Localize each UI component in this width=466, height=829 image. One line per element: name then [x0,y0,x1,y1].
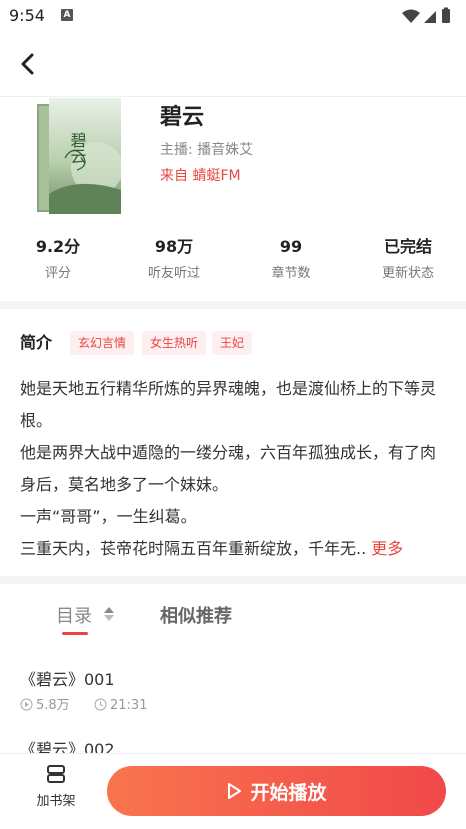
stat-label: 更新状态 [381,266,434,281]
signal-icon [424,11,436,23]
shelf-label: 加书架 [36,794,76,809]
chapter-meta: 5.8万 21:31 [20,698,446,714]
host-name: 主播: 播音姝艾 [160,142,254,158]
notification-icon: A [61,9,73,21]
stat-value: 已完结 [383,237,432,256]
duration: 21:31 [94,698,147,714]
bookshelf-icon [47,765,65,783]
more-link[interactable]: 更多 [371,539,403,558]
duration-value: 21:31 [110,698,148,713]
tab-similar[interactable]: 相似推荐 [160,602,232,628]
top-bar [0,32,466,97]
play-count-value: 5.8万 [36,698,70,713]
play-icon [228,783,242,799]
stat-value: 9.2分 [35,237,81,256]
system-status-icons [402,7,450,23]
stat-label: 评分 [44,266,71,281]
stat-listeners: 98万 听友听过 [116,236,232,281]
tag-popular[interactable]: 女生热听 [142,331,207,355]
tag-princess[interactable]: 王妃 [212,331,253,355]
play-label: 开始播放 [250,781,327,804]
intro-line: 一声“哥哥”，一生纠葛。 [20,507,197,526]
cover-title: 碧云 [68,132,87,164]
stat-value: 98万 [154,237,194,256]
bottom-bar: 加书架 开始播放 [0,753,466,829]
intro-text: 她是天地五行精华所炼的异界魂魄，也是渡仙桥上的下等灵根。 他是两界大战中遁隐的一… [20,373,446,565]
status-time: 9:54 [9,6,45,25]
tab-bar: 目录 相似推荐 [0,596,466,640]
tab-active-indicator [62,632,88,635]
stat-label: 章节数 [271,266,311,281]
clock-icon [94,698,107,711]
stat-label: 听友听过 [147,266,200,281]
intro-last-line: 三重天内，苌帝花时隔五百年重新绽放，千年无.. 更多 [20,533,446,565]
intro-line: 他是两界大战中遁隐的一缕分魂，六百年孤独成长，有了肉身后，莫名地多了一个妹妹。 [20,443,437,494]
stat-chapters: 99 章节数 [233,236,349,281]
section-divider [0,301,466,309]
stat-value: 99 [279,237,303,256]
add-to-shelf-button[interactable]: 加书架 [22,764,90,820]
source-link[interactable]: 来自 蜻蜓FM [160,165,241,185]
back-icon[interactable] [10,48,46,80]
start-play-button[interactable]: 开始播放 [107,766,446,816]
intro-title: 简介 [20,333,53,352]
tag-genre[interactable]: 玄幻言情 [70,331,135,355]
sort-icon[interactable] [103,605,115,623]
chapter-title: 《碧云》001 [20,670,115,689]
status-bar: 9:54 A [0,0,466,32]
battery-icon [442,9,450,23]
section-divider [0,576,466,584]
book-cover[interactable]: 碧云 [37,98,121,214]
chapter-item[interactable]: 《碧云》001 5.8万 21:31 [20,666,446,726]
book-title: 碧云 [160,105,205,130]
stat-rating: 9.2分 评分 [0,236,116,281]
stat-status: 已完结 更新状态 [350,236,466,281]
intro-line: 三重天内，苌帝花时隔五百年重新绽放，千年无.. [20,539,367,558]
play-count-icon [20,698,33,711]
stats-row: 9.2分 评分 98万 听友听过 99 章节数 已完结 更新状态 [0,236,466,286]
play-count: 5.8万 [20,698,70,714]
intro-line: 她是天地五行精华所炼的异界魂魄，也是渡仙桥上的下等灵根。 [20,379,437,430]
tab-catalog[interactable]: 目录 [56,602,92,628]
wifi-icon [402,9,420,23]
